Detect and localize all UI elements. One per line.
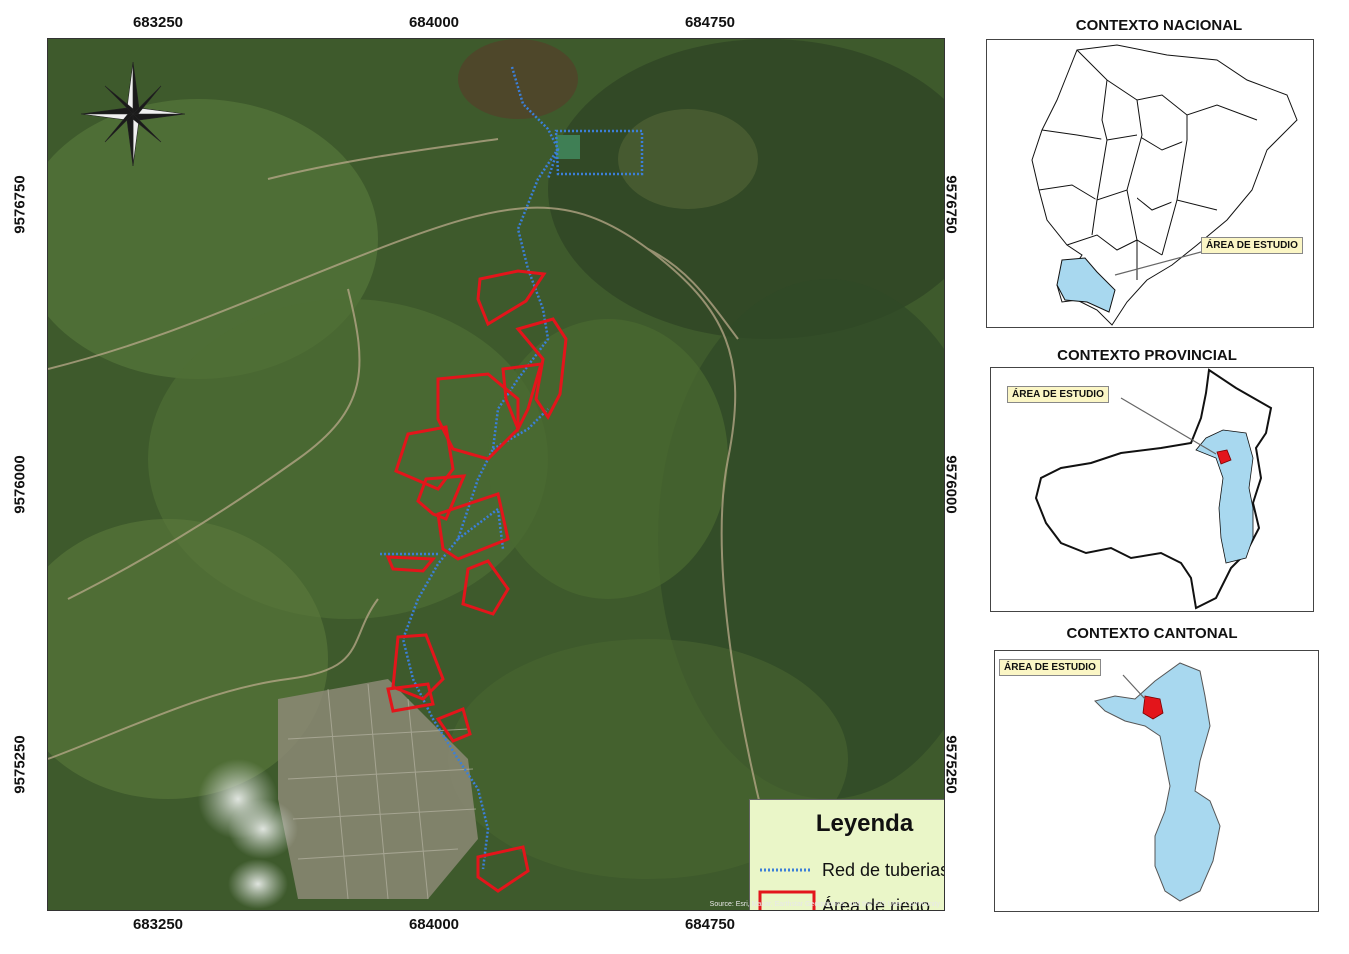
x-tick-bottom-1: 683250 [132, 916, 184, 933]
inset-title-cantonal: CONTEXTO CANTONAL [1066, 625, 1238, 642]
main-map[interactable]: Leyenda Red de tuberias Área de riego So… [47, 38, 945, 911]
legend-title: Leyenda [815, 810, 914, 837]
inset-map-national[interactable]: ÁREA DE ESTUDIO [986, 39, 1314, 328]
x-tick-top-2: 684000 [408, 14, 460, 31]
x-tick-top-3: 684750 [684, 14, 736, 31]
y-tick-left-3: 9575250 [11, 735, 29, 794]
callout-provincial: ÁREA DE ESTUDIO [1007, 386, 1109, 403]
inset-title-national: CONTEXTO NACIONAL [1075, 17, 1243, 34]
y-tick-left-1: 9576750 [11, 175, 29, 234]
y-tick-right-3: 9575250 [942, 735, 960, 794]
y-tick-left-2: 9576000 [11, 455, 29, 514]
ecuador-outline-map [1031, 44, 1298, 326]
inset-map-provincial[interactable]: ÁREA DE ESTUDIO [990, 367, 1314, 612]
y-tick-right-2: 9576000 [942, 455, 960, 514]
map-attribution: Source: Esri, Maxar, Earthstar Geographi… [709, 901, 940, 908]
x-tick-bottom-3: 684750 [684, 916, 736, 933]
callout-national: ÁREA DE ESTUDIO [1201, 237, 1303, 254]
inset-title-provincial: CONTEXTO PROVINCIAL [1057, 347, 1237, 364]
y-tick-right-1: 9576750 [942, 175, 960, 234]
legend-label-pipeline: Red de tuberias [822, 860, 945, 880]
x-tick-top-1: 683250 [132, 14, 184, 31]
canton-outline-map [1094, 662, 1221, 902]
satellite-imagery [48, 39, 944, 910]
province-outline-map [1034, 368, 1273, 610]
x-tick-bottom-2: 684000 [408, 916, 460, 933]
dotted-line-symbol [760, 868, 812, 872]
callout-cantonal: ÁREA DE ESTUDIO [999, 659, 1101, 676]
map-legend: Leyenda Red de tuberias Área de riego [749, 799, 945, 910]
inset-map-cantonal[interactable]: ÁREA DE ESTUDIO [994, 650, 1319, 912]
compass-rose-icon [80, 61, 186, 167]
